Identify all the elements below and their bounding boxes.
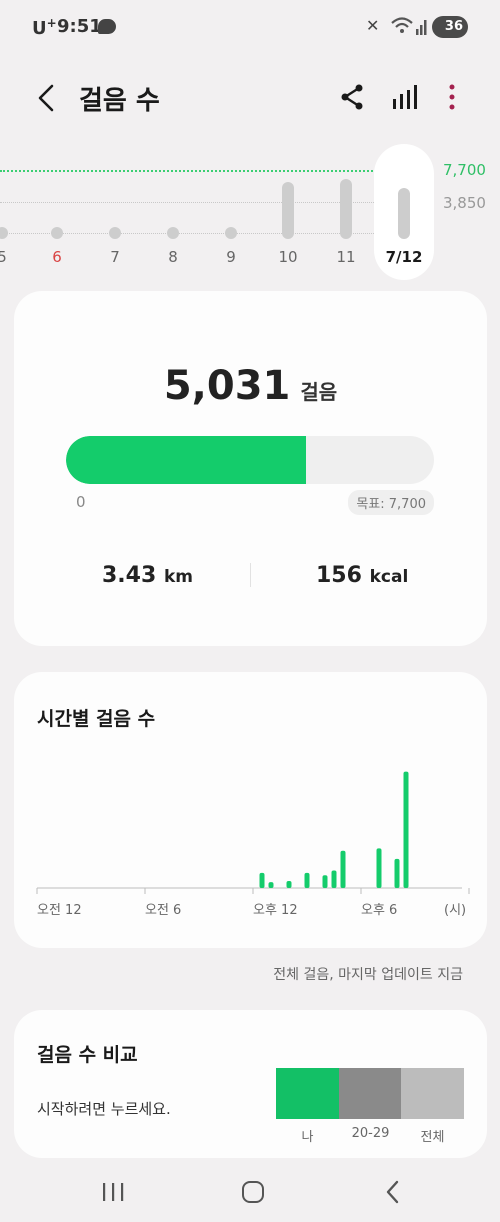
compare-hint: 시작하려면 누르세요. — [37, 1100, 171, 1118]
hourly-bar — [403, 771, 409, 888]
recent-apps-icon[interactable] — [101, 1182, 125, 1202]
day-bar — [282, 182, 294, 239]
goal-axis-label: 7,700 — [443, 161, 486, 179]
compare-label-me: 나 — [301, 1130, 314, 1145]
hourly-bar — [268, 882, 274, 888]
compare-label-age-group: 20-29 — [351, 1126, 390, 1141]
hourly-x-label: 오전 6 — [145, 903, 181, 918]
day-bar — [167, 227, 179, 239]
day-label: 10 — [278, 248, 298, 266]
hourly-bar — [286, 881, 292, 888]
step-count-unit: 걸음 — [300, 380, 338, 404]
more-vert-icon[interactable] — [440, 82, 464, 112]
day-column[interactable]: 8 — [153, 140, 193, 270]
hourly-chart: 오전 12 오전 6 오후 12 오후 6 (시) — [36, 771, 470, 918]
day-label: 6 — [52, 248, 62, 266]
hourly-x-label: 오전 12 — [37, 903, 82, 918]
hourly-bar — [376, 848, 382, 888]
hourly-x-label: 오후 12 — [253, 903, 298, 918]
carrier-label: U+ — [32, 16, 57, 39]
hourly-x-label: (시) — [444, 903, 466, 918]
day-bar — [0, 227, 8, 239]
mid-axis-label: 3,850 — [443, 194, 486, 212]
day-label: 8 — [168, 248, 178, 266]
day-bar — [398, 187, 410, 239]
home-icon[interactable] — [242, 1181, 264, 1203]
compare-label-all: 전체 — [420, 1130, 445, 1145]
day-bar — [109, 227, 121, 239]
system-nav-bar — [0, 1162, 500, 1222]
hourly-bar — [331, 870, 337, 888]
hourly-steps-card[interactable]: 시간별 걸음 수 오전 12 오전 6 오후 12 오후 6 (시) — [14, 672, 487, 948]
mute-icon: ✕ — [366, 16, 380, 35]
daily-steps-strip[interactable]: 7,700 3,850 5 6 7 8 9 10 11 7/12 — [0, 140, 500, 285]
day-column[interactable]: 5 — [0, 140, 22, 270]
bar-chart-icon[interactable] — [390, 82, 420, 112]
clock: 9:51 — [57, 16, 102, 37]
day-bar — [51, 227, 63, 239]
day-label: 7 — [110, 248, 120, 266]
wifi-signal-icon — [391, 17, 427, 35]
battery-indicator: 36 — [432, 16, 468, 38]
hourly-bar — [322, 875, 328, 888]
status-bar: U+ 9:51 ✕ 36 — [0, 0, 500, 56]
hourly-bar — [304, 872, 310, 888]
progress-start-label: 0 — [76, 493, 86, 511]
day-label: 9 — [226, 248, 236, 266]
compare-card[interactable]: 걸음 수 비교 시작하려면 누르세요. 나 20-29 전체 — [14, 1010, 487, 1158]
goal-progress-fill — [66, 436, 307, 484]
day-column[interactable]: 6 — [37, 140, 77, 270]
day-column[interactable]: 11 — [326, 140, 366, 270]
distance-stat: 3.43 km — [102, 563, 193, 588]
hourly-bar — [394, 858, 400, 888]
day-column[interactable]: 9 — [211, 140, 251, 270]
stat-divider — [250, 563, 251, 587]
page-title: 걸음 수 — [79, 86, 160, 116]
hourly-bar — [259, 872, 265, 888]
step-count: 5,031 걸음 — [14, 363, 487, 409]
nav-back-icon[interactable] — [382, 1180, 404, 1204]
app-bar: 걸음 수 — [0, 70, 500, 126]
goal-badge: 목표: 7,700 — [348, 490, 434, 515]
compare-bar-all — [401, 1068, 464, 1119]
summary-card[interactable]: 5,031 걸음 0 목표: 7,700 3.43 km 156 kcal — [14, 291, 487, 646]
day-column[interactable]: 7 — [95, 140, 135, 270]
step-count-value: 5,031 — [163, 363, 291, 409]
day-bar — [225, 227, 237, 239]
calories-stat: 156 kcal — [316, 563, 409, 588]
hourly-bar — [340, 850, 346, 888]
back-arrow-icon[interactable] — [32, 78, 62, 118]
day-label: 11 — [336, 248, 356, 266]
hourly-x-label: 오후 6 — [361, 903, 397, 918]
update-footnote: 전체 걸음, 마지막 업데이트 지금 — [273, 967, 463, 983]
day-column[interactable]: 10 — [268, 140, 308, 270]
compare-title: 걸음 수 비교 — [37, 1044, 138, 1066]
day-column[interactable]: 7/12 — [384, 140, 424, 270]
day-bar — [340, 179, 352, 239]
chat-notification-icon — [98, 19, 116, 34]
compare-bar-age-group — [339, 1068, 402, 1119]
compare-bar-me — [276, 1068, 339, 1119]
share-icon[interactable] — [338, 82, 368, 112]
goal-progress-bar — [66, 436, 434, 484]
day-label: 7/12 — [385, 248, 423, 266]
day-label: 5 — [0, 248, 7, 266]
